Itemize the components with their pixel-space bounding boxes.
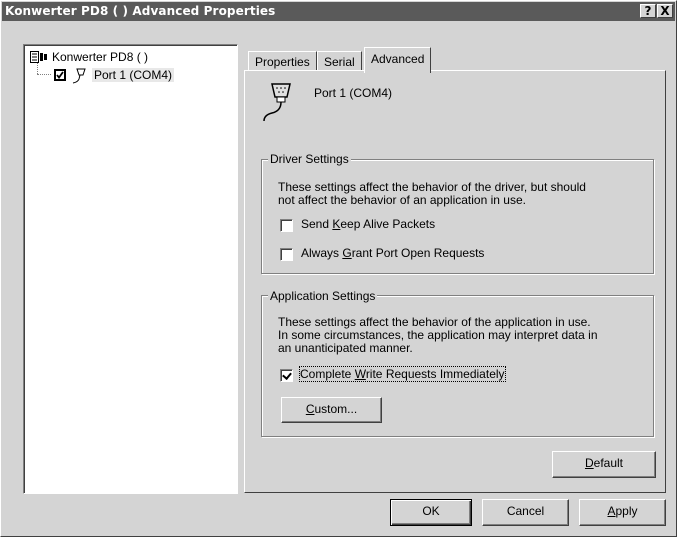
converter-icon — [30, 51, 48, 66]
tab-properties[interactable]: Properties — [248, 51, 317, 71]
ok-button[interactable]: OK — [390, 499, 472, 526]
window-title: Konwerter PD8 ( ) Advanced Properties — [5, 4, 276, 18]
button-text: efault — [593, 456, 624, 470]
keep-alive-checkbox[interactable] — [280, 219, 293, 232]
label-text: Always — [301, 246, 343, 260]
properties-dialog: Konwerter PD8 ( ) Advanced Properties ? … — [0, 0, 677, 537]
close-button[interactable]: X — [657, 4, 673, 18]
grant-open-checkbox[interactable] — [280, 248, 293, 261]
application-settings-description: These settings affect the behavior of th… — [278, 316, 598, 355]
tree-item-checkbox[interactable] — [54, 69, 66, 81]
driver-settings-description: These settings affect the behavior of th… — [278, 181, 586, 207]
description-line: not affect the behavior of an applicatio… — [278, 193, 526, 207]
keep-alive-label[interactable]: Send Keep Alive Packets — [301, 217, 435, 231]
button-text: ustom... — [314, 402, 358, 416]
tab-advanced[interactable]: Advanced — [364, 47, 432, 73]
default-button[interactable]: Default — [552, 451, 656, 478]
title-bar[interactable]: Konwerter PD8 ( ) Advanced Properties ? … — [2, 2, 675, 21]
label-text: eep Alive Packets — [340, 217, 436, 231]
port-plug-icon — [70, 68, 88, 87]
apply-button[interactable]: Apply — [579, 499, 666, 526]
grant-open-label[interactable]: Always Grant Port Open Requests — [301, 246, 484, 260]
cancel-button[interactable]: Cancel — [482, 499, 569, 526]
tree-connector — [37, 74, 51, 75]
serial-port-icon — [260, 81, 296, 126]
label-text: Complete — [300, 367, 355, 381]
tree-child-label: Port 1 (COM4) — [92, 68, 175, 82]
complete-write-label[interactable]: Complete Write Requests Immediately — [299, 366, 506, 382]
label-text: rant Port Open Requests — [351, 246, 485, 260]
label-text: rite Requests Immediately — [365, 367, 505, 381]
device-tree[interactable]: Konwerter PD8 ( ) Port 1 (COM4) — [23, 44, 238, 494]
description-line: an unanticipated manner. — [278, 341, 413, 355]
application-settings-title: Application Settings — [268, 289, 378, 303]
button-accelerator: A — [607, 504, 616, 518]
custom-button[interactable]: Custom... — [281, 397, 382, 423]
button-accelerator: D — [584, 456, 594, 470]
tab-serial[interactable]: Serial — [317, 51, 362, 71]
label-text: Send — [301, 217, 333, 231]
complete-write-checkbox[interactable] — [280, 369, 293, 382]
help-button[interactable]: ? — [640, 4, 656, 18]
tree-root-label: Konwerter PD8 ( ) — [52, 50, 149, 64]
label-accelerator: G — [342, 246, 352, 260]
button-text: pply — [615, 504, 638, 518]
driver-settings-title: Driver Settings — [268, 152, 351, 166]
device-name: Port 1 (COM4) — [314, 86, 393, 100]
label-accelerator: W — [354, 367, 366, 381]
tree-connector — [37, 63, 38, 74]
